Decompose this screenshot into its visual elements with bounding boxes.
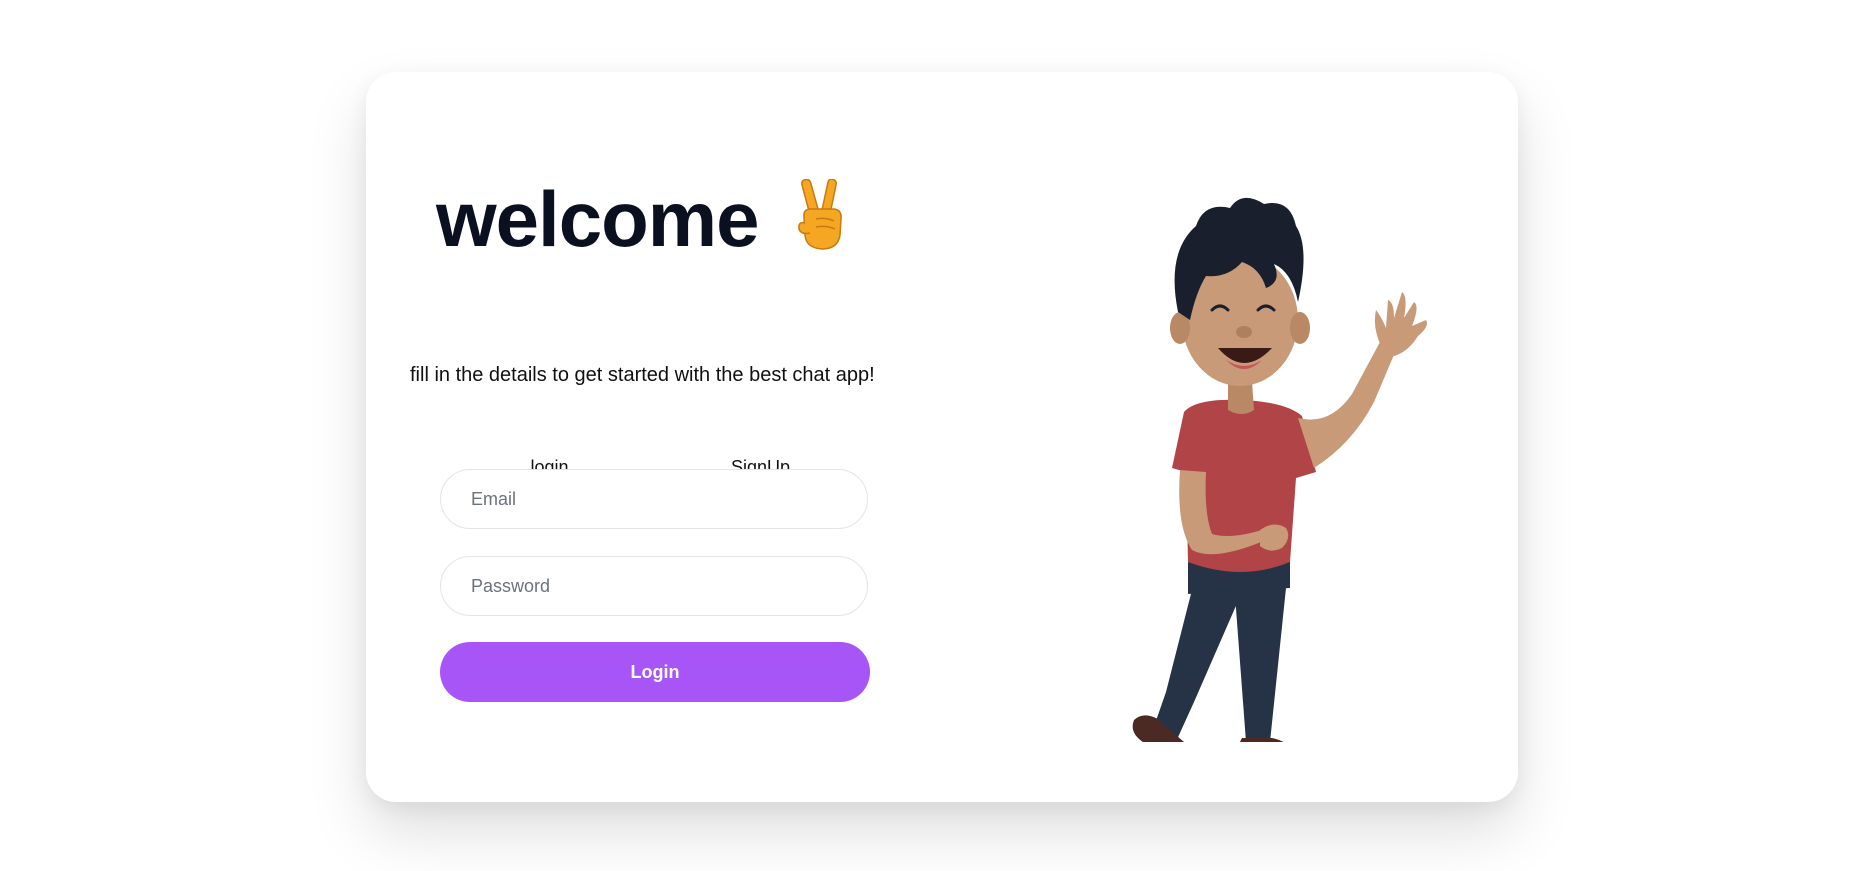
login-button[interactable]: Login [440,642,870,702]
waving-person-illustration [1046,142,1446,756]
password-field[interactable] [440,556,868,616]
victory-hand-icon [794,178,852,251]
auth-card: welcome fill in the details to get start… [366,72,1518,802]
email-field[interactable] [440,469,868,529]
auth-panel: welcome fill in the details to get start… [366,72,946,802]
welcome-header: welcome [436,175,852,263]
welcome-title: welcome [436,175,759,263]
welcome-subtitle: fill in the details to get started with … [410,364,875,386]
